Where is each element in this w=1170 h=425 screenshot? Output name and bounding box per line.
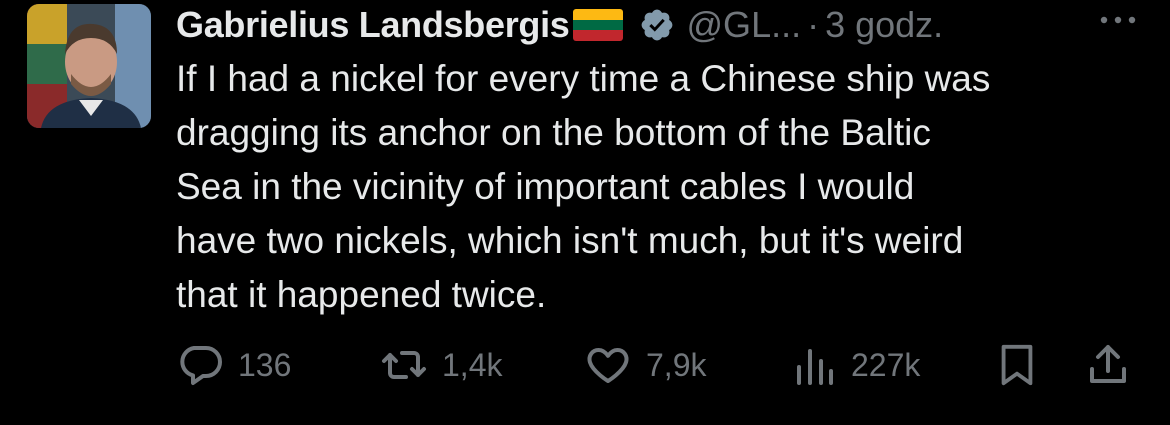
timestamp[interactable]: 3 godz.: [825, 4, 943, 46]
lithuania-flag-icon: [572, 9, 623, 41]
tweet-header: Gabrielius Landsbergis @GL... · 3 godz.: [176, 0, 1156, 50]
repost-count: 1,4k: [442, 346, 503, 383]
heart-icon: [587, 348, 629, 383]
tweet-actions: 136 1,4k 7,9k 227k: [176, 338, 1146, 392]
repost-icon: [382, 351, 426, 379]
share-button[interactable]: [1084, 338, 1132, 392]
author-handle[interactable]: @GL...: [687, 4, 802, 46]
bookmark-button[interactable]: [994, 338, 1040, 392]
avatar[interactable]: [27, 4, 151, 128]
views-icon: [797, 349, 833, 385]
author-name[interactable]: Gabrielius Landsbergis: [176, 4, 570, 46]
more-options-icon[interactable]: [1098, 10, 1138, 30]
share-icon: [1090, 345, 1126, 383]
avatar-image: [27, 4, 151, 128]
tweet-text: If I had a nickel for every time a Chine…: [176, 58, 991, 315]
views-count: 227k: [851, 346, 921, 383]
like-button[interactable]: 7,9k: [584, 338, 706, 392]
bookmark-icon: [1001, 344, 1033, 386]
separator-dot: ·: [807, 4, 820, 45]
reply-count: 136: [238, 346, 292, 383]
reply-button[interactable]: 136: [176, 338, 291, 392]
views-button[interactable]: 227k: [791, 338, 920, 392]
tweet[interactable]: Gabrielius Landsbergis @GL... · 3 godz. …: [0, 0, 1170, 425]
like-count: 7,9k: [646, 346, 707, 383]
verified-badge-icon: [641, 9, 672, 41]
repost-button[interactable]: 1,4k: [376, 338, 502, 392]
reply-icon: [180, 346, 222, 385]
